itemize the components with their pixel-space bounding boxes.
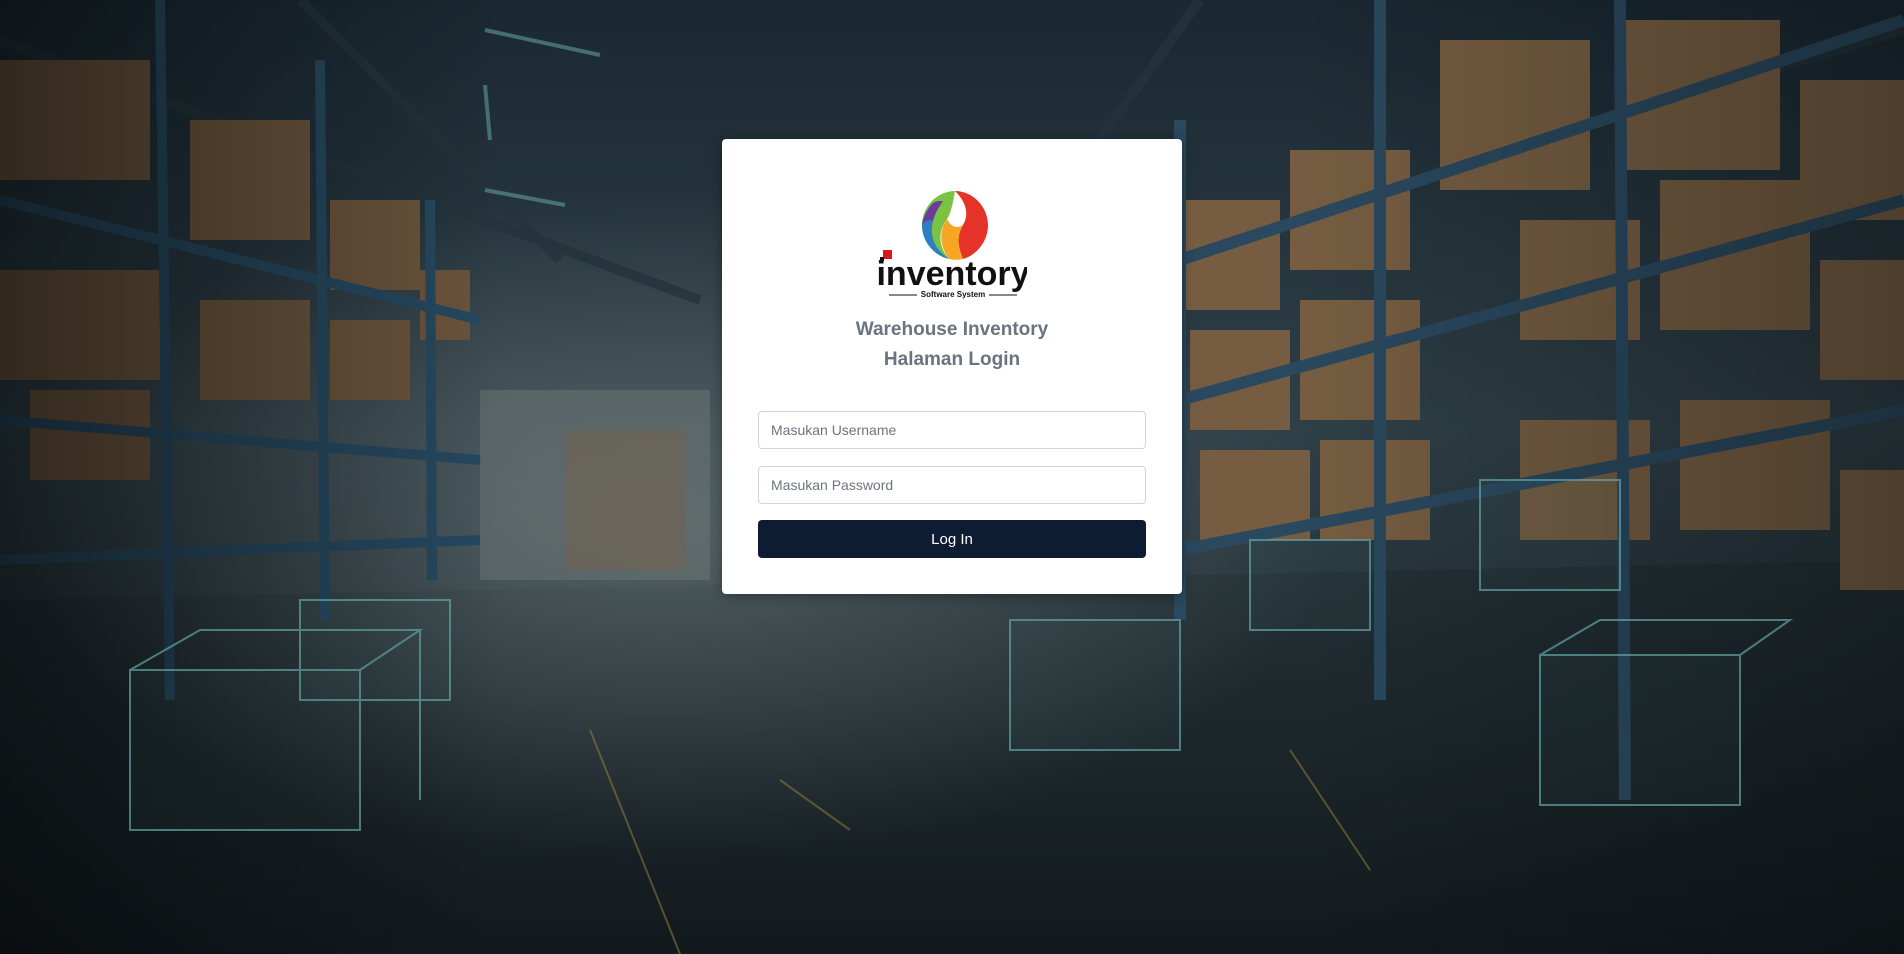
logo-wordmark: inventory [877,255,1027,293]
password-input[interactable] [758,466,1146,504]
login-card: inventory Software System Warehouse Inve… [722,139,1182,594]
login-page: inventory Software System Warehouse Inve… [0,0,1904,954]
logo-tagline: Software System [921,290,985,299]
inventory-logo-icon: inventory Software System [877,189,1027,299]
username-input[interactable] [758,411,1146,449]
page-subtitle: Halaman Login [883,349,1021,370]
app-title: Warehouse Inventory [855,319,1049,340]
login-button[interactable]: Log In [758,520,1146,558]
